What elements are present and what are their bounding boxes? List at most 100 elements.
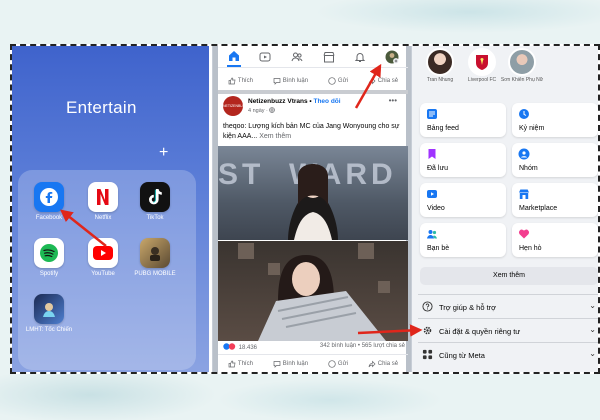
tile-label: Bảng feed — [427, 125, 459, 132]
wild-rift-icon — [34, 294, 64, 324]
app-pubg[interactable]: PUBG MOBILE — [127, 238, 183, 278]
post-photo-top[interactable]: ST WARD — [218, 146, 408, 240]
shortcut-profile[interactable]: Tran Nhung — [418, 48, 462, 83]
feed-icon — [427, 109, 437, 119]
tile-memories[interactable]: Kỷ niệm — [512, 103, 598, 137]
tile-label: Bạn bè — [427, 245, 450, 252]
liverpool-crest-icon — [468, 48, 496, 76]
post-stats: 18.436 342 bình luận • 565 lượt chia sẻ — [223, 343, 405, 351]
post-photo-bottom[interactable] — [218, 241, 408, 341]
memories-icon — [519, 109, 529, 119]
video-icon — [427, 190, 437, 198]
friends-icon — [427, 230, 437, 239]
app-label: Spotify — [39, 271, 59, 277]
tile-video[interactable]: Video — [420, 183, 506, 217]
page-avatar[interactable]: NETIZENBUZZ VTRANS — [223, 96, 243, 116]
menu-row-meta[interactable]: Cũng từ Meta ⌄ — [418, 342, 598, 366]
tile-dating[interactable]: Hẹn hò — [512, 223, 598, 257]
post-caption: theqoo: Lượng kích bản MC của Jang Wonyo… — [223, 122, 403, 141]
share-button[interactable]: Chia sẻ — [368, 360, 398, 368]
post-options-icon[interactable]: ••• — [389, 96, 397, 105]
tile-marketplace[interactable]: Marketplace — [512, 183, 598, 217]
post-author[interactable]: Netizenbuzz Vtrans • Theo dõi — [248, 98, 341, 105]
comment-count[interactable]: 342 bình luận — [320, 343, 356, 349]
like-button[interactable]: Thích — [228, 77, 253, 85]
author-name[interactable]: Netizenbuzz Vtrans — [248, 98, 308, 105]
facebook-icon — [34, 182, 64, 212]
post-divider — [218, 90, 408, 94]
share-button[interactable]: Chia sẻ — [368, 77, 398, 85]
send-label: Gửi — [337, 78, 348, 84]
home-screen-panel: Entertain + Facebook Netflix TikTok Spot… — [12, 46, 209, 372]
like-button[interactable]: Thích — [228, 360, 253, 368]
follow-button[interactable]: Theo dõi — [313, 98, 340, 105]
app-label: Netflix — [94, 215, 112, 221]
folder-title: Entertain — [66, 98, 137, 117]
tile-label: Đã lưu — [427, 165, 449, 172]
post-caption-text: theqoo: Lượng kích bản MC của Jang Wonyo… — [223, 123, 400, 140]
help-icon — [422, 301, 433, 312]
see-more-link[interactable]: Xem thêm — [259, 133, 291, 140]
comment-label: Bình luận — [282, 78, 309, 84]
tile-label: Kỷ niệm — [519, 125, 545, 132]
video-tab-icon[interactable] — [258, 50, 272, 64]
facebook-menu-panel: Tran Nhung Liverpool FC Sơn Khiên Phụ Nữ… — [412, 46, 598, 372]
app-label: YouTube — [91, 271, 115, 277]
app-spotify[interactable]: Spotify — [21, 238, 77, 278]
person-photo-2 — [238, 243, 390, 341]
post-action-bar: Thích Bình luận Gửi Chia sẻ — [218, 354, 408, 372]
add-app-button[interactable]: + — [159, 144, 168, 162]
comment-icon — [273, 78, 281, 85]
menu-row-help[interactable]: Trợ giúp & hỗ trợ ⌄ — [418, 294, 598, 318]
chevron-down-icon: ⌄ — [589, 325, 596, 334]
news-feed-panel: Thích Bình luận Gửi Chia sẻ NETIZENBUZZ … — [212, 46, 412, 372]
profile-menu-avatar[interactable] — [385, 50, 400, 64]
app-label: LMHT: Tốc Chiến — [25, 327, 73, 333]
shortcut-liverpool[interactable]: Liverpool FC — [460, 48, 504, 83]
send-button[interactable]: Gửi — [328, 359, 348, 368]
tile-saved[interactable]: Đã lưu — [420, 143, 506, 177]
notifications-bell-icon[interactable] — [353, 50, 367, 64]
app-facebook[interactable]: Facebook — [21, 182, 77, 222]
comment-icon — [273, 360, 281, 368]
prev-post-action-bar: Thích Bình luận Gửi Chia sẻ — [218, 72, 408, 90]
shortcut-page[interactable]: Sơn Khiên Phụ Nữ — [500, 48, 544, 83]
marketplace-tab-icon[interactable] — [322, 50, 336, 64]
comment-button[interactable]: Bình luận — [273, 360, 308, 368]
tile-friends[interactable]: Bạn bè — [420, 223, 506, 257]
chevron-down-icon: ⌄ — [589, 349, 596, 358]
home-tab-icon[interactable] — [226, 47, 241, 67]
app-lmht[interactable]: LMHT: Tốc Chiến — [21, 294, 77, 334]
share-count[interactable]: 565 lượt chia sẻ — [362, 343, 405, 349]
send-button[interactable]: Gửi — [328, 77, 348, 85]
app-label: PUBG MOBILE — [134, 271, 176, 277]
comment-share-counts[interactable]: 342 bình luận • 565 lượt chia sẻ — [320, 343, 405, 349]
menu-row-label: Trợ giúp & hỗ trợ — [439, 303, 497, 312]
reaction-count[interactable]: 18.436 — [239, 345, 257, 351]
menu-row-label: Cũng từ Meta — [439, 351, 485, 360]
see-more-button[interactable]: Xem thêm — [420, 267, 598, 285]
profile-avatar — [426, 48, 454, 76]
app-tiktok[interactable]: TikTok — [127, 182, 183, 222]
thumbs-up-icon — [228, 77, 236, 85]
shortcut-label: Liverpool FC — [467, 77, 497, 83]
menu-row-label: Cài đặt & quyền riêng tư — [439, 327, 521, 336]
like-label: Thích — [237, 78, 253, 84]
saved-icon — [428, 149, 436, 159]
marketplace-icon — [519, 189, 529, 199]
comment-label: Bình luận — [282, 360, 309, 367]
app-label: TikTok — [146, 215, 164, 221]
gear-icon — [423, 326, 432, 335]
like-label: Thích — [237, 360, 253, 367]
share-label: Chia sẻ — [377, 78, 399, 84]
friends-tab-icon[interactable] — [290, 50, 304, 64]
tile-groups[interactable]: Nhóm — [512, 143, 598, 177]
pubg-icon — [140, 238, 170, 268]
app-netflix[interactable]: Netflix — [75, 182, 131, 222]
chevron-down-icon: ⌄ — [589, 301, 596, 310]
menu-row-settings-privacy[interactable]: Cài đặt & quyền riêng tư ⌄ — [418, 318, 598, 342]
app-youtube[interactable]: YouTube — [75, 238, 131, 278]
comment-button[interactable]: Bình luận — [273, 77, 308, 85]
tile-label: Hẹn hò — [519, 245, 542, 252]
tile-feed[interactable]: Bảng feed — [420, 103, 506, 137]
